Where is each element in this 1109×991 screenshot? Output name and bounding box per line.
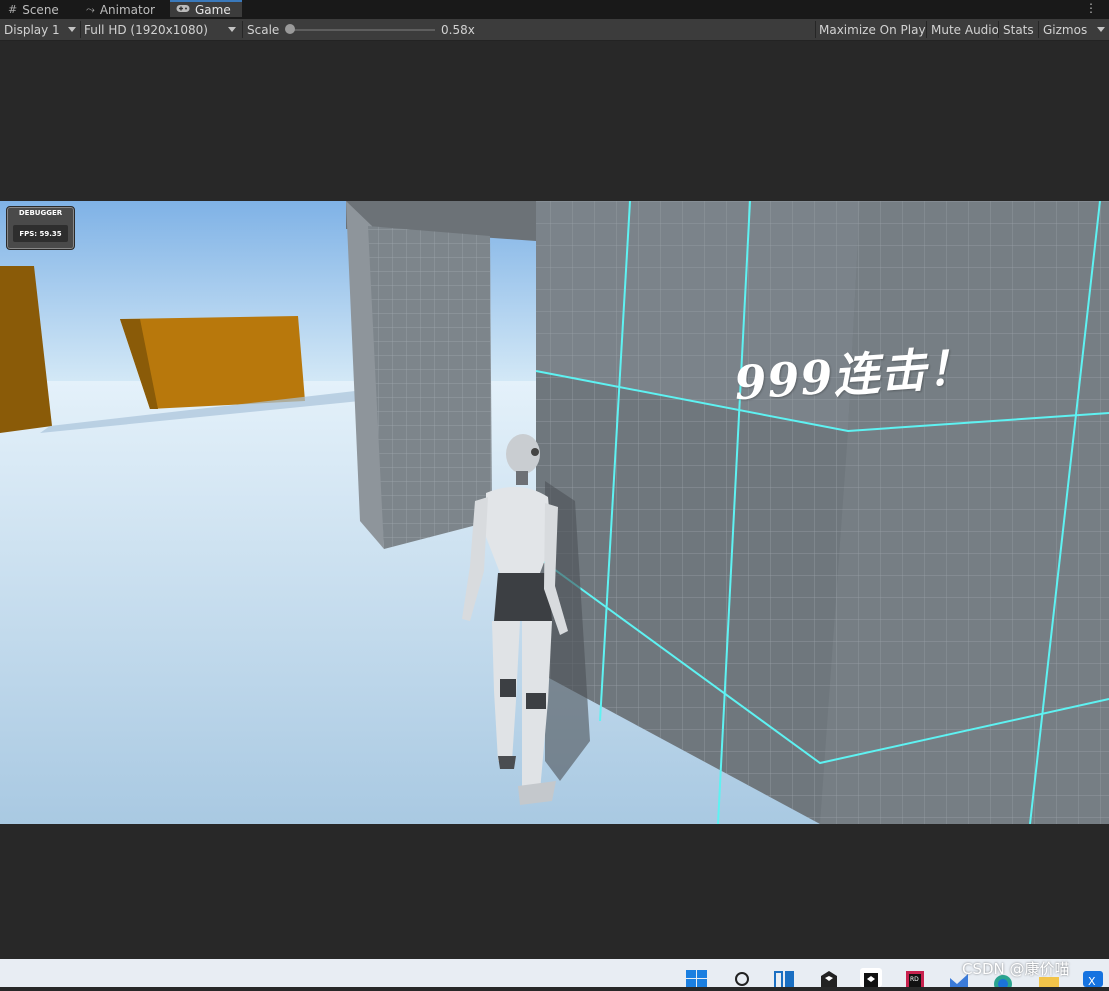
scale-slider-track[interactable] [290,29,435,31]
windows-start-icon[interactable] [686,968,708,987]
gizmos-button[interactable]: Gizmos [1043,19,1105,40]
unity-hub-icon[interactable] [818,968,840,987]
app-icon[interactable]: X [1082,968,1104,988]
maximize-on-play-label: Maximize On Play [819,22,926,37]
divider [80,21,81,38]
svg-text:RD: RD [910,976,919,983]
search-icon[interactable] [732,968,754,987]
windows-taskbar: RD X [0,959,1109,991]
gizmos-label: Gizmos [1043,22,1088,37]
debugger-panel: DEBUGGER FPS: 59.35 [6,206,75,250]
task-view-icon[interactable] [773,968,795,987]
stats-label: Stats [1003,22,1034,37]
tab-game[interactable]: Game [170,0,242,17]
mute-audio-label: Mute Audio [931,22,999,37]
watermark: CSDN @康价喵 [962,960,1070,978]
divider [926,21,927,38]
chevron-down-icon [68,27,76,32]
maximize-on-play-button[interactable]: Maximize On Play [819,19,926,40]
scale-value: 0.58x [441,19,475,40]
game-scene [0,201,1109,824]
divider [1038,21,1039,38]
gamepad-icon [176,3,190,16]
tab-animator-label: Animator [99,2,155,17]
display-dropdown-label: Display 1 [4,22,60,37]
display-dropdown[interactable]: Display 1 [4,19,78,40]
grid-icon: # [8,3,18,16]
tab-game-label: Game [195,2,231,17]
resolution-dropdown[interactable]: Full HD (1920x1080) [84,19,240,40]
tab-scene-label: Scene [22,2,59,17]
scale-value-text: 0.58x [441,22,475,37]
scale-label: Scale [247,19,279,40]
unity-editor-icon[interactable] [860,968,882,987]
fps-readout: FPS: 59.35 [13,225,68,242]
divider [815,21,816,38]
tab-scene[interactable]: # Scene [8,0,59,19]
svg-text:X: X [1088,975,1096,987]
chevron-down-icon [228,27,236,32]
game-toolbar: Display 1 Full HD (1920x1080) Scale 0.58… [0,19,1109,41]
stats-button[interactable]: Stats [1003,19,1034,40]
game-viewport[interactable]: DEBUGGER FPS: 59.35 999连击！ [0,201,1109,824]
animator-icon: ⤳ [86,2,95,16]
tab-bar: # Scene ⤳ Animator Game ⋮ [0,0,1109,19]
divider [242,21,243,38]
more-options-icon[interactable]: ⋮ [1085,1,1097,15]
mute-audio-button[interactable]: Mute Audio [931,19,999,40]
tab-animator[interactable]: ⤳ Animator [86,0,155,19]
debugger-title: DEBUGGER [18,209,63,217]
scale-label-text: Scale [247,22,280,37]
rider-icon[interactable]: RD [904,968,926,987]
arch-pillar-grid [368,226,492,549]
divider [998,21,999,38]
resolution-dropdown-label: Full HD (1920x1080) [84,22,208,37]
scale-slider-handle[interactable] [285,24,295,34]
chevron-down-icon [1097,27,1105,32]
